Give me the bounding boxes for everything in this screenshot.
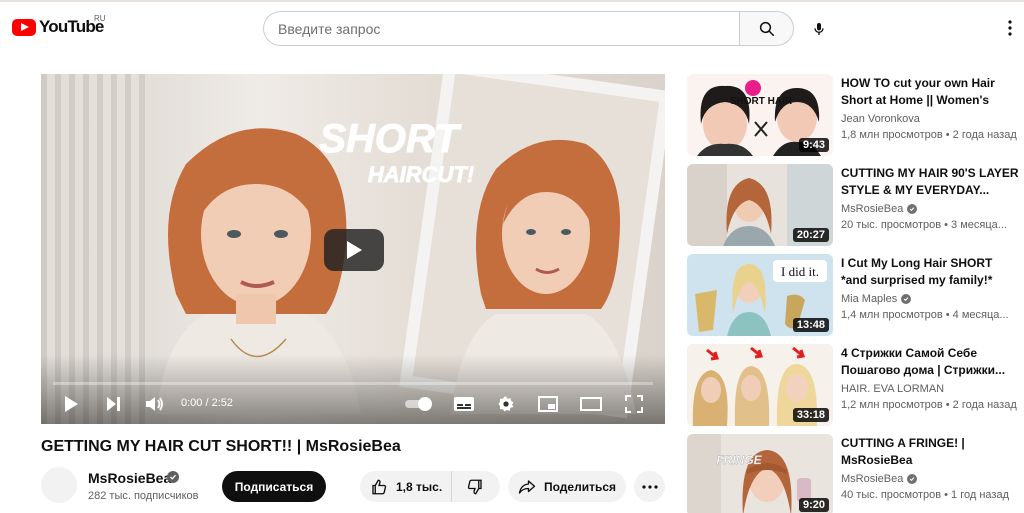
verified-badge-icon	[167, 471, 179, 483]
recommendation-thumbnail[interactable]: 20:27	[687, 164, 833, 246]
channel-avatar[interactable]	[41, 467, 77, 503]
overlay-title-line1: SHORT	[319, 117, 462, 161]
duration-badge: 9:43	[798, 138, 829, 152]
recommendation-thumbnail[interactable]: I did it. 13:48	[687, 254, 833, 336]
duration-badge: 13:48	[792, 318, 829, 332]
dislike-button[interactable]	[452, 471, 498, 502]
large-play-button[interactable]	[324, 229, 384, 271]
channel-name[interactable]: MsRosieBea	[88, 470, 171, 486]
thumbs-up-icon	[372, 479, 387, 494]
recommendation-title[interactable]: I Cut My Long Hair SHORT *and surprised …	[841, 255, 1021, 289]
more-horiz-icon	[641, 484, 658, 489]
duration-badge: 33:18	[792, 408, 829, 422]
channel-name-text: Jean Voronkova	[841, 113, 920, 125]
youtube-play-logo-icon	[12, 18, 36, 36]
thumbnail-text: SHORT HAIR	[730, 96, 793, 107]
recommendation-channel[interactable]: Jean Voronkova	[841, 113, 920, 125]
theater-icon	[580, 397, 602, 411]
next-button[interactable]	[101, 390, 125, 418]
channel-name-text: Mia Maples	[841, 293, 898, 305]
more-actions-button[interactable]	[634, 471, 665, 502]
more-vert-icon	[1008, 20, 1012, 36]
like-button[interactable]: 1,8 тыс.	[360, 471, 452, 502]
recommendation-channel[interactable]: MsRosieBea	[841, 203, 918, 215]
share-label: Поделиться	[544, 479, 617, 494]
share-icon	[518, 479, 536, 494]
recommendation-channel[interactable]: MsRosieBea	[841, 473, 918, 485]
recommendation-title[interactable]: 4 Стрижки Самой Себе Пошагово дома | Стр…	[841, 345, 1021, 379]
thumbnail-text: FRINGE	[716, 453, 762, 467]
voice-search-button[interactable]	[802, 12, 836, 46]
recommendation-title[interactable]: CUTTING A FRINGE! | MsRosieBea	[841, 435, 1021, 469]
region-code: RU	[94, 14, 106, 23]
play-pause-button[interactable]	[59, 390, 83, 418]
recommendation-channel[interactable]: HAIR. EVA LORMAN	[841, 383, 944, 395]
time-display: 0:00 / 2:52	[181, 397, 233, 409]
like-count: 1,8 тыс.	[396, 479, 443, 494]
search-bar	[263, 11, 794, 46]
recommendation-item[interactable]: SHORT HAIR 9:43 HOW TO cut your own Hair…	[687, 74, 1024, 156]
subtitles-icon	[454, 397, 474, 411]
recommendation-thumbnail[interactable]: SHORT HAIR 9:43	[687, 74, 833, 156]
recommendation-item[interactable]: 20:27 CUTTING MY HAIR 90'S LAYER STYLE &…	[687, 164, 1024, 246]
search-icon	[759, 21, 774, 36]
play-icon	[65, 396, 78, 412]
autoplay-toggle[interactable]	[403, 390, 437, 418]
channel-name-text: HAIR. EVA LORMAN	[841, 383, 945, 395]
recommendation-item[interactable]: I did it. 13:48 I Cut My Long Hair SHORT…	[687, 254, 1024, 336]
video-title: GETTING MY HAIR CUT SHORT!! | MsRosieBea	[41, 438, 401, 455]
recommendation-thumbnail[interactable]: FRINGE 9:20	[687, 434, 833, 513]
volume-icon	[146, 397, 163, 411]
theater-mode-button[interactable]	[577, 390, 605, 418]
recommendation-title[interactable]: HOW TO cut your own Hair Short at Home |…	[841, 75, 1021, 109]
search-button[interactable]	[739, 11, 794, 46]
recommendation-meta: 1,8 млн просмотров • 2 года назад	[841, 129, 1017, 141]
recommendation-meta: 1,2 млн просмотров • 2 года назад	[841, 399, 1017, 411]
thumbs-down-icon	[467, 479, 482, 494]
mic-icon	[814, 23, 824, 35]
recommendation-meta: 1,4 млн просмотров • 4 месяца...	[841, 309, 1009, 321]
channel-name-text: MsRosieBea	[841, 473, 904, 485]
recommendation-meta: 20 тыс. просмотров • 3 месяца...	[841, 219, 1007, 231]
progress-bar[interactable]	[53, 382, 653, 385]
subscribe-button[interactable]: Подписаться	[222, 471, 326, 502]
recommendation-thumbnail[interactable]: 33:18	[687, 344, 833, 426]
search-input[interactable]	[263, 11, 739, 46]
top-border	[0, 0, 1024, 2]
duration-badge: 9:20	[798, 498, 829, 512]
player-controls: 0:00 / 2:52	[41, 390, 665, 418]
subtitles-button[interactable]	[451, 390, 477, 418]
video-player[interactable]: SHORT HAIRCUT! 0:00 / 2:52	[41, 74, 665, 424]
share-button[interactable]: Поделиться	[508, 471, 626, 502]
duration-badge: 20:27	[792, 228, 829, 242]
like-dislike-group: 1,8 тыс.	[360, 471, 500, 502]
recommendation-meta: 40 тыс. просмотров • 1 год назад	[841, 489, 1010, 501]
fullscreen-icon	[625, 395, 643, 413]
verified-badge-icon	[907, 204, 918, 214]
recommendation-item[interactable]: FRINGE 9:20 CUTTING A FRINGE! | MsRosieB…	[687, 434, 1024, 513]
settings-button[interactable]	[493, 390, 519, 418]
volume-button[interactable]	[143, 390, 167, 418]
recommendation-channel[interactable]: Mia Maples	[841, 293, 912, 305]
miniplayer-icon	[538, 396, 558, 412]
settings-icon	[498, 396, 514, 412]
recommendation-item[interactable]: 33:18 4 Стрижки Самой Себе Пошагово дома…	[687, 344, 1024, 426]
youtube-logo[interactable]: YouTube	[12, 17, 104, 37]
subscriber-count: 282 тыс. подписчиков	[88, 490, 199, 502]
overlay-title-line2: HAIRCUT!	[368, 162, 474, 187]
thumbnail-text: I did it.	[781, 264, 819, 279]
next-icon	[107, 397, 120, 411]
recommendation-title[interactable]: CUTTING MY HAIR 90'S LAYER STYLE & MY EV…	[841, 165, 1021, 199]
verified-badge-icon	[907, 474, 918, 484]
verified-badge-icon	[901, 294, 912, 304]
play-icon	[347, 241, 362, 259]
autoplay-toggle-icon	[405, 397, 432, 411]
channel-name-text: MsRosieBea	[841, 203, 904, 215]
miniplayer-button[interactable]	[535, 390, 561, 418]
video-overlay-title: SHORT HAIRCUT!	[319, 117, 475, 188]
fullscreen-button[interactable]	[621, 390, 647, 418]
settings-menu-button[interactable]	[1002, 16, 1018, 40]
